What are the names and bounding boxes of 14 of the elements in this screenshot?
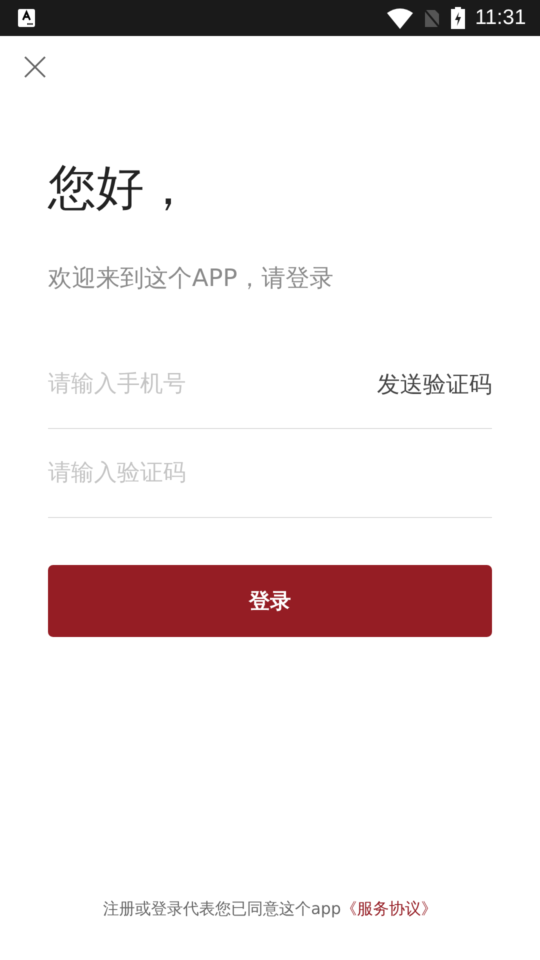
keyboard-icon <box>18 9 35 27</box>
terms-link[interactable]: 《服务协议》 <box>341 899 438 918</box>
status-time: 11:31 <box>475 6 526 30</box>
greeting-heading: 您好， <box>48 164 193 212</box>
close-button[interactable] <box>24 56 46 78</box>
phone-input[interactable]: 请输入手机号 <box>48 371 377 397</box>
welcome-text: 欢迎来到这个APP，请登录 <box>48 263 334 294</box>
wifi-icon <box>387 8 413 28</box>
send-code-button[interactable]: 发送验证码 <box>377 368 492 400</box>
battery-charging-icon <box>451 7 465 29</box>
login-button[interactable]: 登录 <box>48 565 492 637</box>
code-input[interactable]: 请输入验证码 <box>48 460 492 486</box>
no-sim-icon <box>423 8 441 28</box>
terms-notice: 注册或登录代表您已同意这个app《服务协议》 <box>102 899 438 920</box>
